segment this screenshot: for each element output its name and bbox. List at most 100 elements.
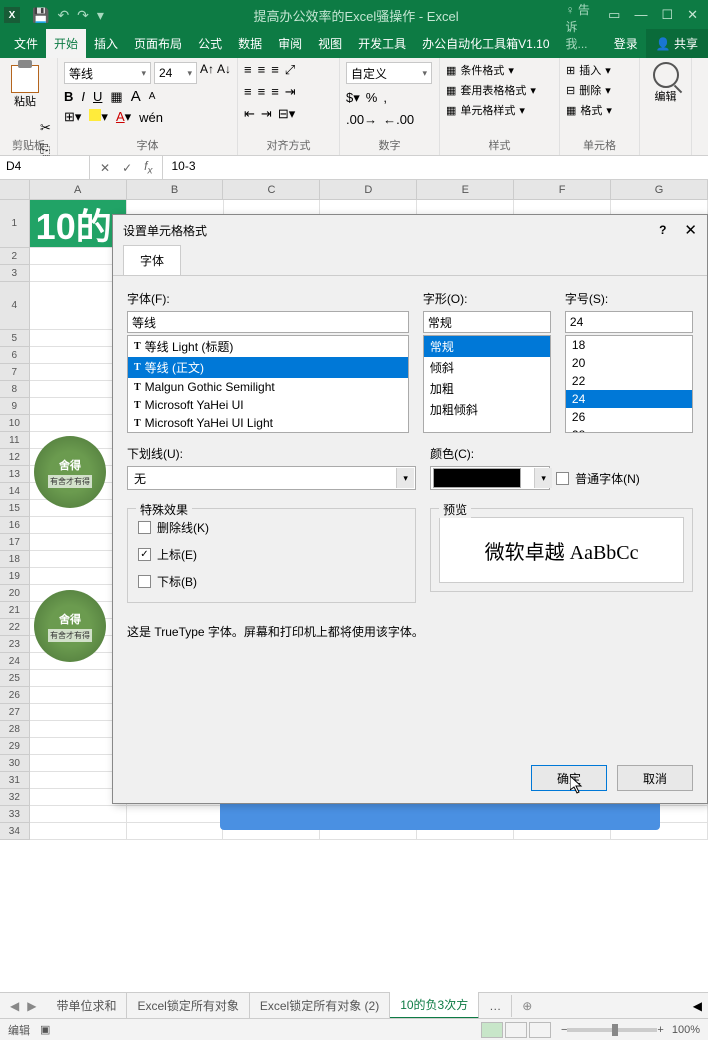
fx-icon[interactable]: fx [144,159,152,176]
view-page-break-icon[interactable] [529,1022,551,1038]
row-header[interactable]: 1 [0,200,30,248]
delete-cells-button[interactable]: ⊟ 删除 ▾ [566,82,633,98]
increase-indent-icon[interactable]: ⇥ [261,106,272,122]
embedded-image[interactable]: 舍得 有舍才有得 [34,436,106,508]
select-all-corner[interactable] [0,180,30,199]
row-header[interactable]: 31 [0,772,30,789]
decrease-decimal-icon[interactable]: ←.00 [383,112,414,127]
zoom-slider[interactable] [567,1028,657,1032]
ok-button[interactable]: 确定 [531,765,607,791]
row-header[interactable]: 6 [0,347,30,364]
col-header[interactable]: D [320,180,417,199]
font-grow-icon[interactable]: A [131,88,141,105]
tab-data[interactable]: 数据 [230,29,270,58]
row-header[interactable]: 8 [0,381,30,398]
cut-icon[interactable]: ✂ [40,120,51,136]
font-style-input[interactable] [423,311,551,333]
row-header[interactable]: 19 [0,568,30,585]
align-mid-icon[interactable]: ≡ [258,62,266,78]
row-header[interactable]: 33 [0,806,30,823]
align-right-icon[interactable]: ≡ [271,84,279,100]
fill-color-button[interactable]: ▾ [89,109,108,125]
font-shrink-icon[interactable]: A [149,91,156,102]
cell[interactable] [30,823,127,840]
row-header[interactable]: 2 [0,248,30,265]
row-header[interactable]: 14 [0,483,30,500]
wrap-text-icon[interactable]: ⇥ [285,84,296,100]
close-icon[interactable]: ✕ [687,7,698,23]
add-sheet-button[interactable]: ⊕ [512,995,542,1017]
row-header[interactable]: 3 [0,265,30,282]
increase-decimal-icon[interactable]: .00→ [346,112,377,127]
ribbon-options-icon[interactable]: ▭ [608,7,620,23]
find-select-button[interactable]: 编辑 [646,62,685,104]
tab-addon[interactable]: 办公自动化工具箱V1.10 [414,29,557,58]
qat-more-icon[interactable]: ▾ [97,7,104,24]
increase-font-icon[interactable]: A↑ [200,62,214,84]
minimize-icon[interactable]: — [634,7,647,23]
font-name-input[interactable] [127,311,409,333]
shape-rectangle[interactable] [220,800,660,830]
tab-layout[interactable]: 页面布局 [126,29,190,58]
row-header[interactable]: 17 [0,534,30,551]
macro-record-icon[interactable]: ▣ [40,1023,50,1036]
font-size-combo[interactable]: 24▾ [154,62,197,84]
tab-insert[interactable]: 插入 [86,29,126,58]
border-dropdown[interactable]: ⊞▾ [64,109,81,125]
size-listbox[interactable]: 18 20 22 24 26 28 [565,335,693,433]
subscript-checkbox[interactable]: 下标(B) [138,573,405,590]
row-header[interactable]: 4 [0,282,30,330]
row-header[interactable]: 27 [0,704,30,721]
table-format-button[interactable]: ▦ 套用表格格式 ▾ [446,82,553,98]
strikethrough-checkbox[interactable]: 删除线(K) [138,519,405,536]
normal-font-checkbox[interactable]: 普通字体(N) [556,470,640,487]
dialog-tab-font[interactable]: 字体 [123,245,181,275]
comma-format-icon[interactable]: , [383,90,387,106]
tab-scroll-left-icon[interactable]: ◀ [687,999,708,1013]
row-header[interactable]: 26 [0,687,30,704]
row-header[interactable]: 12 [0,449,30,466]
color-dropdown[interactable]: ▾ [430,466,550,490]
row-header[interactable]: 23 [0,636,30,653]
sheet-nav-next-icon[interactable]: ▶ [27,999,36,1013]
login-button[interactable]: 登录 [606,29,646,58]
col-header[interactable]: A [30,180,127,199]
tab-view[interactable]: 视图 [310,29,350,58]
row-header[interactable]: 7 [0,364,30,381]
name-box[interactable]: D4 [0,156,90,179]
cancel-formula-icon[interactable]: ✕ [100,161,110,175]
superscript-checkbox[interactable]: ✓上标(E) [138,546,405,563]
view-page-layout-icon[interactable] [505,1022,527,1038]
col-header[interactable]: C [223,180,320,199]
row-header[interactable]: 28 [0,721,30,738]
copy-icon[interactable]: ⎘ [40,142,51,158]
share-button[interactable]: 👤 共享 [646,29,708,58]
formula-input[interactable]: 10-3 [163,156,708,179]
insert-cells-button[interactable]: ⊞ 插入 ▾ [566,62,633,78]
row-header[interactable]: 34 [0,823,30,840]
save-icon[interactable]: 💾 [32,7,49,24]
merge-button[interactable]: ⊟▾ [278,106,295,122]
row-header[interactable]: 9 [0,398,30,415]
col-header[interactable]: E [417,180,514,199]
sheet-tab[interactable]: 带单位求和 [46,993,127,1018]
sheet-tab-more[interactable]: … [479,995,512,1017]
sheet-tab[interactable]: Excel锁定所有对象 [127,993,249,1018]
enter-formula-icon[interactable]: ✓ [122,161,132,175]
align-center-icon[interactable]: ≡ [258,84,266,100]
number-format-combo[interactable]: 自定义▾ [346,62,432,84]
view-normal-icon[interactable] [481,1022,503,1038]
redo-icon[interactable]: ↷ [77,7,89,24]
col-header[interactable]: B [127,180,224,199]
italic-button[interactable]: I [81,89,85,104]
conditional-format-button[interactable]: ▦ 条件格式 ▾ [446,62,553,78]
tell-me[interactable]: ♀ 告诉我... [558,0,606,58]
underline-button[interactable]: U [93,89,102,104]
dialog-close-icon[interactable]: ✕ [684,221,697,239]
tab-home[interactable]: 开始 [46,29,86,58]
tab-file[interactable]: 文件 [6,29,46,58]
tab-formulas[interactable]: 公式 [190,29,230,58]
decrease-font-icon[interactable]: A↓ [217,62,231,84]
cancel-button[interactable]: 取消 [617,765,693,791]
cell[interactable] [127,823,224,840]
